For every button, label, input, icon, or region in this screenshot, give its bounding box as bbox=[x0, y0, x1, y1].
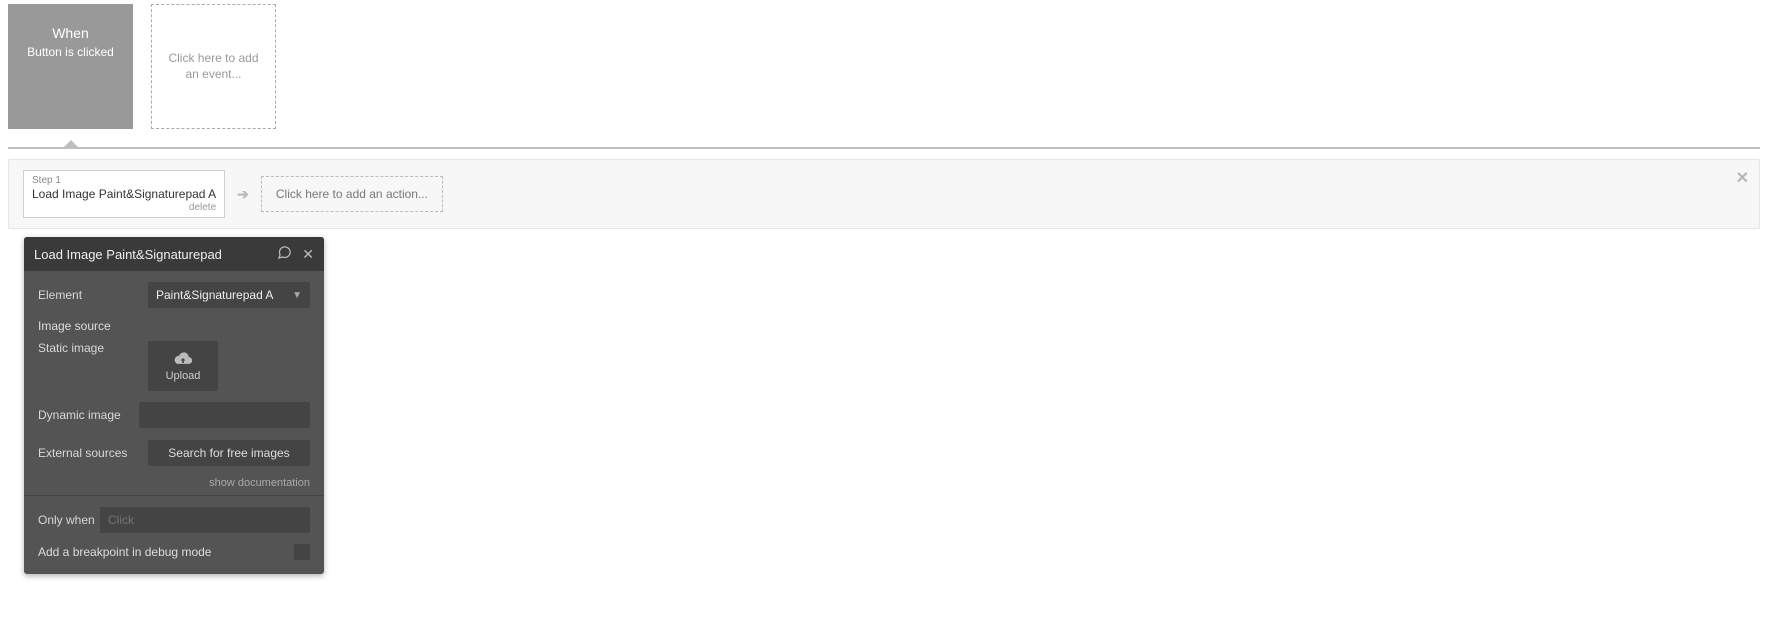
arrow-up-icon bbox=[62, 140, 80, 149]
show-documentation-link[interactable]: show documentation bbox=[38, 477, 310, 489]
only-when-input[interactable] bbox=[100, 507, 310, 533]
property-editor-title: Load Image Paint&Signaturepad bbox=[34, 247, 267, 262]
cloud-upload-icon bbox=[173, 351, 193, 368]
close-icon[interactable]: ✕ bbox=[302, 246, 314, 263]
workflow-step-card[interactable]: Step 1 Load Image Paint&Signaturepad A d… bbox=[23, 170, 225, 218]
breakpoint-checkbox[interactable] bbox=[294, 544, 310, 560]
event-when-title: When bbox=[52, 25, 89, 41]
step-number-label: Step 1 bbox=[32, 175, 216, 186]
section-divider bbox=[8, 147, 1760, 149]
search-free-images-label: Search for free images bbox=[168, 446, 289, 460]
upload-button[interactable]: Upload bbox=[148, 341, 218, 391]
external-sources-label: External sources bbox=[38, 446, 148, 460]
actions-panel-close-icon[interactable]: ✕ bbox=[1736, 168, 1749, 188]
add-event-card[interactable]: Click here to add an event... bbox=[151, 4, 276, 129]
actions-panel: ✕ Step 1 Load Image Paint&Signaturepad A… bbox=[8, 159, 1760, 229]
add-event-label: Click here to add an event... bbox=[168, 51, 259, 82]
property-editor-header[interactable]: Load Image Paint&Signaturepad ✕ bbox=[24, 237, 324, 271]
element-dropdown-value: Paint&Signaturepad A bbox=[156, 288, 273, 302]
comment-icon[interactable] bbox=[277, 245, 292, 263]
property-editor-panel: Load Image Paint&Signaturepad ✕ Element … bbox=[24, 237, 324, 574]
search-free-images-button[interactable]: Search for free images bbox=[148, 440, 310, 466]
step-delete-link[interactable]: delete bbox=[32, 202, 216, 213]
breakpoint-label: Add a breakpoint in debug mode bbox=[38, 545, 211, 559]
add-action-card[interactable]: Click here to add an action... bbox=[261, 176, 443, 212]
divider bbox=[24, 495, 324, 496]
event-card-selected[interactable]: When Button is clicked bbox=[8, 4, 133, 129]
chevron-down-icon: ▼ bbox=[292, 290, 302, 301]
arrow-right-icon: ➔ bbox=[237, 186, 249, 203]
static-image-label: Static image bbox=[38, 341, 148, 355]
dynamic-image-input[interactable] bbox=[139, 402, 310, 428]
element-dropdown[interactable]: Paint&Signaturepad A ▼ bbox=[148, 282, 310, 308]
step-action-text: Load Image Paint&Signaturepad A bbox=[32, 187, 216, 201]
event-when-subtitle: Button is clicked bbox=[27, 45, 114, 59]
only-when-label: Only when bbox=[38, 513, 100, 527]
dynamic-image-label: Dynamic image bbox=[38, 408, 139, 422]
image-source-label: Image source bbox=[38, 319, 310, 333]
element-label: Element bbox=[38, 288, 148, 302]
add-action-label: Click here to add an action... bbox=[276, 187, 428, 201]
upload-label: Upload bbox=[166, 370, 201, 382]
